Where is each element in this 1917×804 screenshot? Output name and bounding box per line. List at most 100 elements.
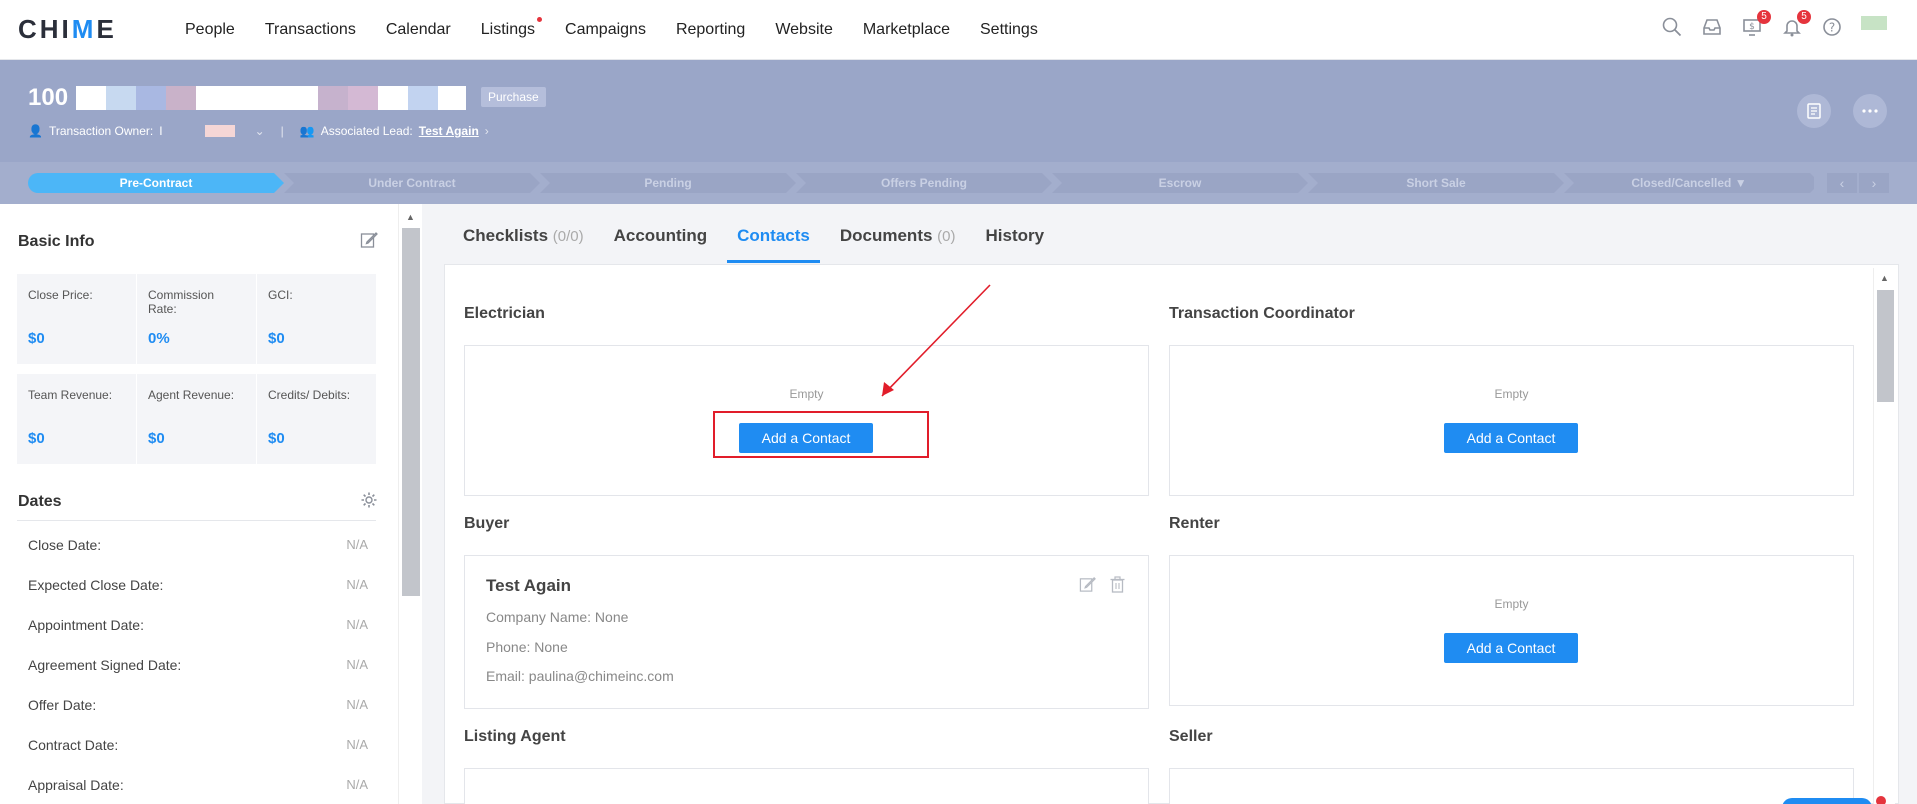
left-panel: Basic Info Close Price: $0 Commission Ra… bbox=[0, 204, 398, 804]
contact-name: Test Again bbox=[486, 576, 572, 595]
stage-offers-pending[interactable]: Offers Pending bbox=[796, 173, 1052, 193]
notes-button[interactable] bbox=[1797, 94, 1831, 128]
contact-phone: Phone: None bbox=[486, 639, 568, 655]
date-value: N/A bbox=[346, 577, 368, 592]
edit-contact-icon[interactable] bbox=[1079, 576, 1096, 598]
stage-short-sale[interactable]: Short Sale bbox=[1308, 173, 1564, 193]
nav-item-listings[interactable]: Listings bbox=[466, 16, 550, 39]
scrollbar-thumb[interactable] bbox=[402, 228, 420, 596]
nav-item-calendar[interactable]: Calendar bbox=[371, 21, 466, 39]
tab-contacts[interactable]: Contacts bbox=[727, 226, 820, 263]
nav-item-reporting[interactable]: Reporting bbox=[661, 21, 760, 39]
chat-widget-button[interactable] bbox=[1782, 798, 1872, 804]
nav-item-campaigns[interactable]: Campaigns bbox=[550, 21, 661, 39]
nav-item-marketplace[interactable]: Marketplace bbox=[848, 21, 965, 39]
add-contact-button-transaction-coordinator[interactable]: Add a Contact bbox=[1444, 423, 1578, 453]
tab-label: Documents bbox=[839, 226, 933, 245]
nav-item-listings-label: Listings bbox=[480, 20, 536, 38]
date-value: N/A bbox=[346, 697, 368, 712]
contact-company: Company Name: None bbox=[486, 609, 629, 625]
chime-logo[interactable]: CHIME bbox=[18, 14, 158, 45]
search-icon[interactable] bbox=[1661, 16, 1683, 38]
main-scrollbar[interactable]: ▲ bbox=[1873, 268, 1895, 804]
redacted-block bbox=[196, 86, 289, 110]
date-value: N/A bbox=[346, 737, 368, 752]
notification-dot bbox=[537, 16, 543, 22]
stage-prev-button[interactable]: ‹ bbox=[1827, 173, 1857, 193]
date-label: Close Date: bbox=[28, 537, 102, 553]
date-label: Offer Date: bbox=[28, 697, 97, 713]
tab-history[interactable]: History bbox=[986, 226, 1055, 263]
nav-item-settings[interactable]: Settings bbox=[965, 21, 1053, 39]
financial-summary-row-2: Team Revenue: $0 Agent Revenue: $0 Credi… bbox=[17, 374, 376, 464]
add-contact-button-renter[interactable]: Add a Contact bbox=[1444, 633, 1578, 663]
info-label: GCI: bbox=[268, 288, 293, 302]
bell-badge: 5 bbox=[1797, 10, 1811, 24]
svg-text:$: $ bbox=[1749, 22, 1755, 32]
lead-link[interactable]: Test Again bbox=[419, 124, 479, 138]
date-row-close: Close Date: N/A bbox=[28, 537, 368, 553]
dollar-monitor-icon[interactable]: $ 5 bbox=[1741, 10, 1771, 38]
inbox-icon[interactable] bbox=[1701, 16, 1723, 38]
stage-under-contract[interactable]: Under Contract bbox=[284, 173, 540, 193]
info-label: Agent Revenue: bbox=[148, 388, 235, 402]
tab-documents[interactable]: Documents (0) bbox=[840, 226, 966, 263]
date-label: Appointment Date: bbox=[28, 617, 144, 633]
nav-item-transactions[interactable]: Transactions bbox=[250, 21, 371, 39]
user-avatar[interactable] bbox=[1861, 16, 1887, 30]
nav-item-website[interactable]: Website bbox=[760, 21, 848, 39]
date-row-appraisal: Appraisal Date: N/A bbox=[28, 777, 368, 793]
redacted-block bbox=[348, 86, 379, 110]
tab-count: (0/0) bbox=[552, 228, 584, 245]
scrollbar-thumb[interactable] bbox=[1877, 290, 1894, 402]
owner-label: Transaction Owner: bbox=[48, 124, 154, 138]
empty-text: Empty bbox=[1494, 387, 1529, 401]
role-title-electrician: Electrician bbox=[464, 305, 545, 322]
scroll-up-icon[interactable]: ▲ bbox=[406, 212, 415, 222]
owner-dropdown-chevron-icon[interactable]: ⌄ bbox=[255, 124, 265, 138]
settings-gear-icon[interactable] bbox=[360, 491, 378, 514]
stage-closed-cancelled[interactable]: Closed/Cancelled ▼ bbox=[1564, 173, 1814, 193]
date-value: N/A bbox=[346, 777, 368, 792]
team-revenue-cell: Team Revenue: $0 bbox=[17, 374, 137, 464]
stage-pre-contract[interactable]: Pre-Contract bbox=[28, 173, 284, 193]
edit-icon[interactable] bbox=[360, 231, 378, 254]
more-options-button[interactable] bbox=[1853, 94, 1887, 128]
tab-accounting[interactable]: Accounting bbox=[614, 226, 718, 263]
top-nav: CHIME People Transactions Calendar Listi… bbox=[0, 0, 1917, 60]
person-icon: 👤 bbox=[28, 124, 43, 138]
stage-pager: ‹ › bbox=[1827, 173, 1889, 193]
contact-email: Email: paulina@chimeinc.com bbox=[486, 668, 674, 684]
stage-next-button[interactable]: › bbox=[1859, 173, 1889, 193]
commission-rate-cell: Commission Rate: 0% bbox=[137, 274, 257, 364]
stage-closed-cancelled-label: Closed/Cancelled bbox=[1631, 176, 1732, 190]
document-icon bbox=[1807, 103, 1821, 119]
tab-checklists[interactable]: Checklists (0/0) bbox=[463, 226, 594, 263]
caret-down-icon: ▼ bbox=[1734, 176, 1747, 190]
role-title-transaction-coordinator: Transaction Coordinator bbox=[1169, 305, 1355, 322]
delete-contact-icon[interactable] bbox=[1110, 576, 1125, 598]
seller-contact-box bbox=[1169, 768, 1854, 804]
scroll-up-icon[interactable]: ▲ bbox=[1880, 273, 1889, 283]
empty-text: Empty bbox=[789, 387, 824, 401]
nav-item-people[interactable]: People bbox=[170, 21, 250, 39]
stage-escrow[interactable]: Escrow bbox=[1052, 173, 1308, 193]
listing-agent-contact-box bbox=[464, 768, 1149, 804]
date-value: N/A bbox=[346, 537, 368, 552]
role-title-seller: Seller bbox=[1169, 728, 1213, 745]
stage-pending[interactable]: Pending bbox=[540, 173, 796, 193]
detail-tabs: Checklists (0/0) Accounting Contacts Doc… bbox=[463, 226, 1074, 263]
role-title-listing-agent: Listing Agent bbox=[464, 728, 566, 745]
redacted-block bbox=[204, 125, 235, 137]
redacted-block bbox=[378, 86, 409, 110]
date-row-appointment: Appointment Date: N/A bbox=[28, 617, 368, 633]
info-value: $0 bbox=[28, 430, 45, 447]
left-panel-scrollbar[interactable]: ▲ bbox=[398, 204, 422, 804]
bell-icon[interactable]: 5 bbox=[1781, 10, 1811, 38]
redacted-block bbox=[408, 86, 439, 110]
help-icon[interactable]: ? bbox=[1821, 16, 1843, 38]
owner-value: I bbox=[159, 124, 163, 138]
role-title-buyer: Buyer bbox=[464, 515, 510, 532]
arrow-right-icon: › bbox=[484, 124, 489, 138]
tab-label: History bbox=[985, 226, 1045, 245]
